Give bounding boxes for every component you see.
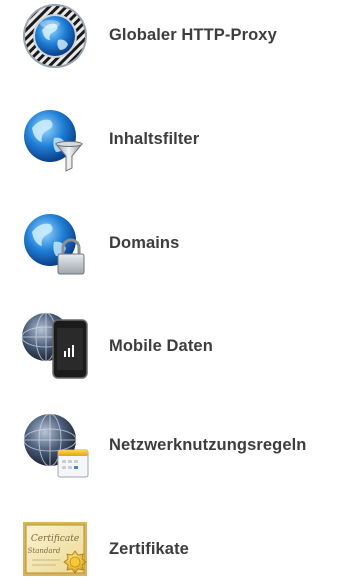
- list-item-label: Inhaltsfilter: [109, 130, 200, 148]
- list-item-label: Zertifikate: [109, 540, 189, 558]
- globe-funnel-icon: [20, 104, 90, 174]
- list-item-certificates[interactable]: Certificate Standard Zertifikate: [0, 514, 341, 584]
- list-item-label: Domains: [109, 234, 180, 252]
- globe-phone-signal-icon: [20, 311, 90, 381]
- globe-lock-icon: [20, 208, 90, 278]
- certificate-subtitle-text: Standard: [28, 547, 61, 555]
- list-item-label: Netzwerknutzungsregeln: [109, 436, 307, 454]
- list-item-global-http-proxy[interactable]: Globaler HTTP-Proxy: [0, 0, 341, 70]
- certificate-icon: Certificate Standard: [20, 514, 90, 584]
- list-item-cellular[interactable]: Mobile Daten: [0, 311, 341, 381]
- list-item-network-usage-rules[interactable]: Netzwerknutzungsregeln: [0, 410, 341, 480]
- globe-striped-ring-icon: [20, 0, 90, 70]
- list-item-label: Mobile Daten: [109, 337, 213, 355]
- list-item-domains[interactable]: Domains: [0, 208, 341, 278]
- list-item-label: Globaler HTTP-Proxy: [109, 26, 277, 44]
- settings-list: Globaler HTTP-Proxy Inhaltsfilter Domain…: [0, 0, 341, 576]
- globe-calendar-icon: [20, 410, 90, 480]
- certificate-title-text: Certificate: [31, 534, 79, 544]
- list-item-content-filter[interactable]: Inhaltsfilter: [0, 104, 341, 174]
